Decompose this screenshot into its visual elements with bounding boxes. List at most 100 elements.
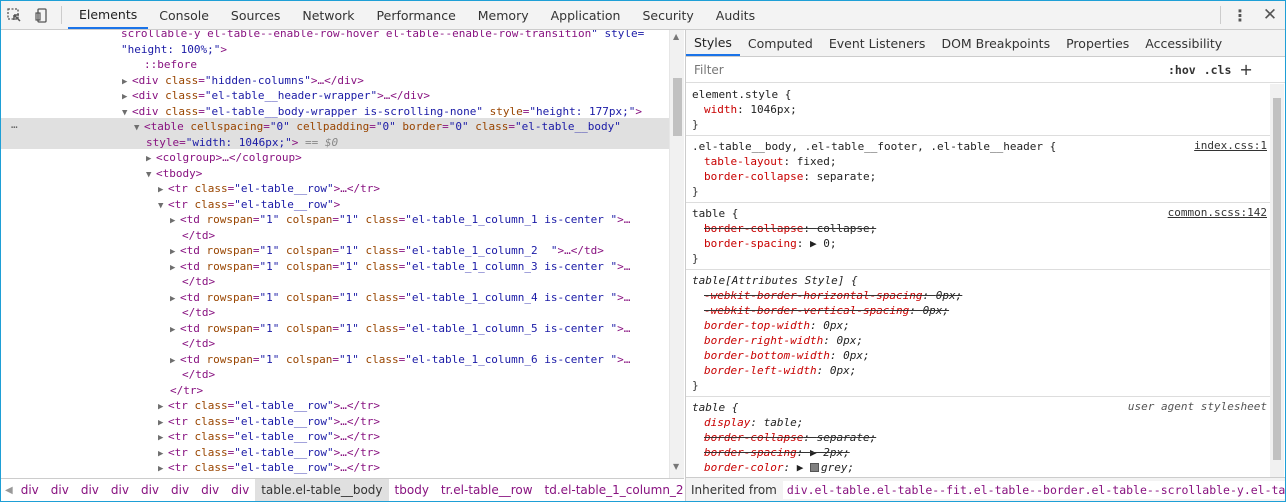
- property-value[interactable]: 0px;: [936, 289, 963, 302]
- dom-node-line[interactable]: ▶ <tr class="el-table__row">…</tr>: [158, 181, 380, 197]
- rule-selector[interactable]: table[Attributes Style] {: [692, 273, 1265, 288]
- style-rules[interactable]: element.style {width: 1046px;} .el-table_…: [686, 84, 1271, 477]
- dom-node-line[interactable]: ▼ <table cellspacing="0" cellpadding="0" …: [134, 119, 621, 135]
- elements-scrollbar[interactable]: ▲ ▼: [669, 30, 684, 478]
- rule-selector[interactable]: .el-table__body, .el-table__footer, .el-…: [692, 139, 1265, 154]
- rule-selector[interactable]: element.style {: [692, 87, 1265, 102]
- new-rule-icon[interactable]: +: [1235, 60, 1256, 79]
- tab-console[interactable]: Console: [148, 1, 220, 29]
- dom-node-line[interactable]: </td>: [182, 336, 215, 352]
- inherited-selector-link[interactable]: div.el-table.el-table--fit.el-table--bor…: [782, 480, 1285, 499]
- dom-node-line[interactable]: ▼ <tbody>: [146, 166, 202, 182]
- dom-node-line[interactable]: ▶ <div class="el-table__header-wrapper">……: [122, 88, 430, 104]
- dom-node-line[interactable]: </td>: [182, 367, 215, 383]
- property-name[interactable]: border-spacing: [704, 237, 797, 250]
- style-rule[interactable]: table[Attributes Style] { -webkit-border-…: [686, 270, 1271, 397]
- expand-toggle-icon[interactable]: ▼: [158, 199, 168, 215]
- dom-node-line[interactable]: ▶ <td rowspan="1" colspan="1" class="el-t…: [170, 243, 604, 259]
- style-rule[interactable]: table {common.scss:142 border-collapse: c…: [686, 203, 1271, 270]
- property-value[interactable]: separate;: [817, 170, 877, 183]
- expand-toggle-icon[interactable]: ▶: [170, 214, 180, 230]
- css-property[interactable]: border-right-width: 0px;: [692, 333, 1265, 348]
- breadcrumb-item[interactable]: td.el-table_1_column_2: [539, 483, 690, 497]
- dom-node-line[interactable]: ▶ <tr class="el-table__row">…</tr>: [158, 429, 380, 445]
- css-property[interactable]: -webkit-border-vertical-spacing: 0px;: [692, 303, 1265, 318]
- subtab-event-listeners[interactable]: Event Listeners: [821, 30, 934, 56]
- style-rule[interactable]: element.style {width: 1046px;}: [686, 84, 1271, 136]
- property-name[interactable]: border-collapse: [704, 431, 803, 444]
- property-name[interactable]: table-layout: [704, 155, 783, 168]
- breadcrumb-item[interactable]: div: [225, 483, 255, 497]
- property-value[interactable]: 0px;: [830, 364, 857, 377]
- expand-toggle-icon[interactable]: ▶: [170, 292, 180, 308]
- css-property[interactable]: border-bottom-width: 0px;: [692, 348, 1265, 363]
- subtab-properties[interactable]: Properties: [1058, 30, 1137, 56]
- property-value[interactable]: 0px;: [923, 304, 950, 317]
- dom-node-line[interactable]: "height: 100%;">: [121, 42, 227, 58]
- breadcrumb-item[interactable]: div: [75, 483, 105, 497]
- dom-node-line[interactable]: ▶ <td rowspan="1" colspan="1" class="el-t…: [170, 352, 630, 368]
- inspect-element-icon[interactable]: [1, 1, 28, 29]
- breadcrumb-left-icon[interactable]: ◀: [1, 485, 15, 496]
- css-property[interactable]: border-top-width: 0px;: [692, 318, 1265, 333]
- scrollbar-thumb[interactable]: [673, 78, 682, 136]
- tab-sources[interactable]: Sources: [220, 1, 291, 29]
- rule-source-link[interactable]: common.scss:142: [1168, 206, 1267, 219]
- breadcrumb-item[interactable]: div: [15, 483, 45, 497]
- color-swatch-icon[interactable]: [809, 463, 819, 472]
- dom-node-line[interactable]: ▶ <td rowspan="1" colspan="1" class="el-t…: [170, 321, 630, 337]
- dom-node-line[interactable]: ▶ <tr class="el-table__row">…</tr>: [158, 445, 380, 461]
- css-property[interactable]: border-spacing: ▶ 0;: [692, 236, 1265, 251]
- scroll-down-icon[interactable]: ▼: [673, 462, 679, 471]
- dom-node-line[interactable]: scrollable-y el-table--enable-row-hover …: [121, 30, 644, 42]
- tab-audits[interactable]: Audits: [705, 1, 766, 29]
- tab-application[interactable]: Application: [540, 1, 632, 29]
- css-property[interactable]: border-spacing: ▶ 2px;: [692, 445, 1265, 460]
- subtab-accessibility[interactable]: Accessibility: [1137, 30, 1230, 56]
- scrollbar-thumb[interactable]: [1273, 98, 1281, 460]
- dom-node-line[interactable]: </td>: [182, 274, 215, 290]
- dom-node-line[interactable]: ▶ <td rowspan="1" colspan="1" class="el-t…: [170, 290, 630, 306]
- css-property[interactable]: border-collapse: separate;: [692, 430, 1265, 445]
- css-property[interactable]: display: table;: [692, 415, 1265, 430]
- property-name[interactable]: width: [704, 103, 737, 116]
- property-name[interactable]: border-left-width: [704, 364, 817, 377]
- breadcrumb-item[interactable]: div: [165, 483, 195, 497]
- tab-network[interactable]: Network: [291, 1, 365, 29]
- property-name[interactable]: border-bottom-width: [704, 349, 830, 362]
- elements-tree[interactable]: … scrollable-y el-table--enable-row-hove…: [1, 30, 669, 478]
- css-property[interactable]: width: 1046px;: [692, 102, 1265, 117]
- tab-performance[interactable]: Performance: [366, 1, 467, 29]
- breadcrumb-item[interactable]: div: [135, 483, 165, 497]
- dom-node-line[interactable]: </td>: [182, 305, 215, 321]
- property-value[interactable]: ▶ 0;: [810, 237, 837, 250]
- property-value[interactable]: 0px;: [836, 334, 863, 347]
- tab-elements[interactable]: Elements: [68, 1, 149, 29]
- property-value[interactable]: collapse;: [817, 222, 877, 235]
- css-property[interactable]: border-collapse: collapse;: [692, 221, 1265, 236]
- device-toolbar-icon[interactable]: [28, 1, 55, 29]
- breadcrumb-item[interactable]: div: [195, 483, 225, 497]
- breadcrumb-item[interactable]: tr.el-table__row: [435, 483, 539, 497]
- breadcrumb-item[interactable]: div: [45, 483, 75, 497]
- expand-toggle-icon[interactable]: ▼: [134, 121, 144, 137]
- property-value[interactable]: 0px;: [823, 319, 850, 332]
- breadcrumb-item[interactable]: div: [105, 483, 135, 497]
- dom-node-line[interactable]: ▶ <tr class="el-table__row">…</tr>: [158, 414, 380, 430]
- property-value[interactable]: 0px;: [843, 349, 870, 362]
- breadcrumb-item[interactable]: tbody: [389, 483, 435, 497]
- css-property[interactable]: border-collapse: separate;: [692, 169, 1265, 184]
- subtab-styles[interactable]: Styles: [686, 30, 740, 56]
- expand-toggle-icon[interactable]: ▼: [146, 168, 156, 184]
- dom-node-line[interactable]: ▼ <div class="el-table__body-wrapper is-s…: [122, 104, 642, 120]
- node-ellipsis-icon[interactable]: …: [11, 118, 18, 131]
- css-property[interactable]: border-color: ▶ grey;: [692, 460, 1265, 475]
- property-name[interactable]: display: [704, 416, 750, 429]
- dom-node-line[interactable]: ▼ <tr class="el-table__row">: [158, 197, 340, 213]
- property-value[interactable]: 1046px;: [750, 103, 796, 116]
- property-value[interactable]: fixed;: [797, 155, 837, 168]
- subtab-dom-breakpoints[interactable]: DOM Breakpoints: [933, 30, 1058, 56]
- expand-toggle-icon[interactable]: ▶: [170, 261, 180, 277]
- property-name[interactable]: -webkit-border-vertical-spacing: [704, 304, 909, 317]
- dom-node-line[interactable]: ::before: [144, 57, 197, 73]
